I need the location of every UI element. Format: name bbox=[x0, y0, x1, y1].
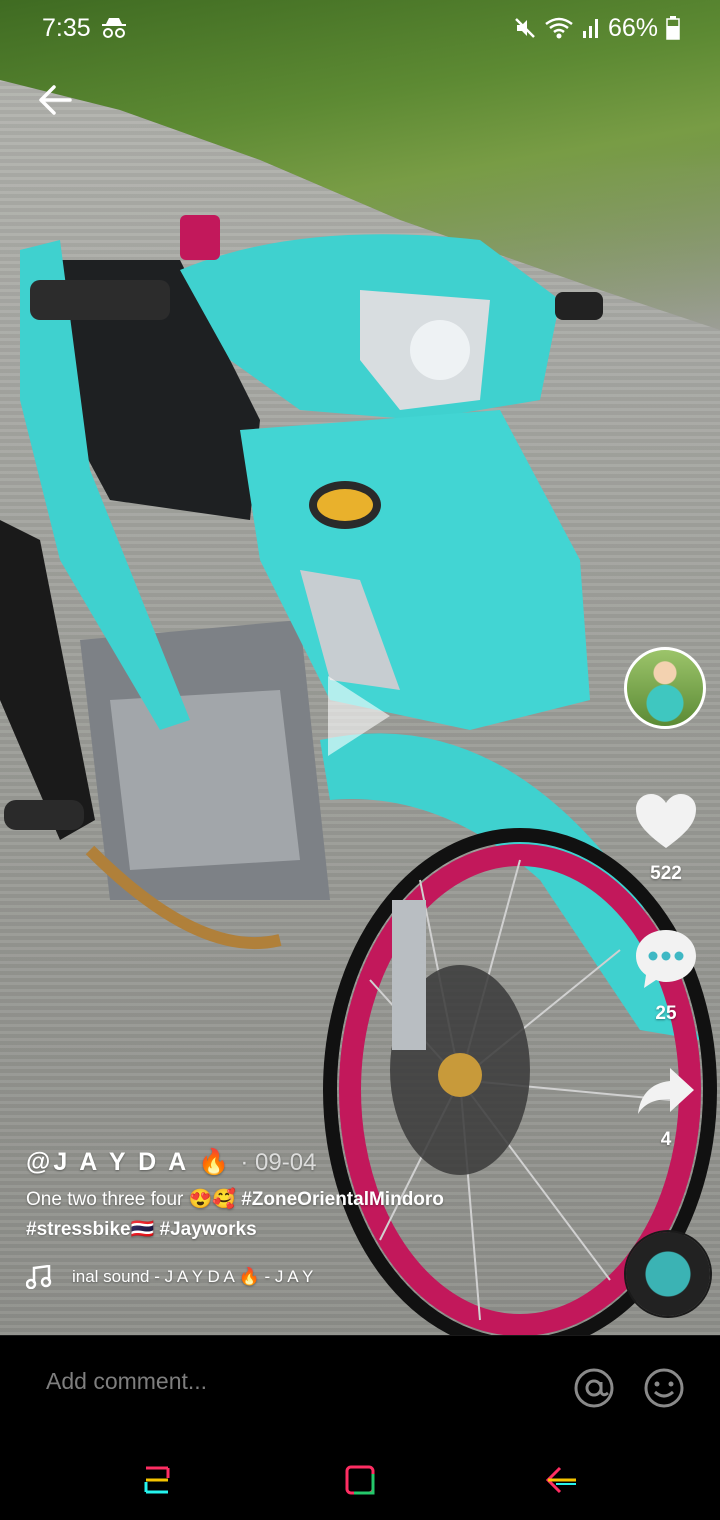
share-button[interactable]: 4 bbox=[630, 1066, 702, 1151]
status-left: 7:35 bbox=[42, 14, 127, 43]
status-right: 66% bbox=[514, 14, 680, 43]
mute-icon bbox=[515, 18, 535, 38]
comment-input[interactable]: Add comment... bbox=[46, 1368, 207, 1395]
music-disc[interactable] bbox=[626, 1232, 710, 1316]
username[interactable]: @J A Y D A 🔥 bbox=[26, 1148, 232, 1177]
hashtag[interactable]: #stressbike🇹🇭 bbox=[26, 1219, 154, 1240]
status-time: 7:35 bbox=[42, 13, 91, 42]
wifi-icon bbox=[545, 17, 573, 39]
motorcycle-image bbox=[0, 215, 717, 1335]
sound-row[interactable]: inal sound - J A Y D A 🔥 - J A Y bbox=[26, 1265, 606, 1289]
like-count: 522 bbox=[650, 863, 682, 884]
incognito-icon bbox=[101, 18, 126, 38]
back-arrow-icon[interactable] bbox=[34, 78, 78, 122]
comment-count: 25 bbox=[655, 1003, 677, 1024]
navigation-bar bbox=[0, 1438, 720, 1520]
battery-icon bbox=[666, 16, 680, 40]
battery-percent: 66% bbox=[607, 13, 658, 42]
creator-avatar[interactable] bbox=[624, 647, 706, 729]
video-player[interactable] bbox=[0, 0, 720, 1335]
home-icon[interactable] bbox=[340, 1460, 380, 1500]
hashtag[interactable]: #ZoneOrientalMindoro bbox=[241, 1189, 444, 1210]
sound-name: inal sound - J A Y D A 🔥 - J A Y bbox=[72, 1267, 314, 1286]
caption-text: One two three four 😍🥰 #ZoneOrientalMindo… bbox=[26, 1185, 606, 1245]
caption-body: One two three four 😍🥰 bbox=[26, 1189, 242, 1210]
like-button[interactable]: 522 bbox=[630, 792, 702, 885]
video-caption: @J A Y D A 🔥 · 09-04 One two three four … bbox=[26, 1148, 606, 1289]
music-note-icon bbox=[26, 1265, 52, 1289]
comment-button[interactable]: 25 bbox=[630, 928, 702, 1025]
emoji-icon[interactable] bbox=[642, 1366, 686, 1410]
mention-icon[interactable] bbox=[572, 1366, 616, 1410]
status-bar: 7:35 66% bbox=[0, 0, 720, 56]
heart-icon bbox=[636, 794, 696, 848]
share-arrow-icon bbox=[638, 1068, 694, 1114]
signal-icon bbox=[582, 19, 598, 38]
user-row: @J A Y D A 🔥 · 09-04 bbox=[26, 1148, 606, 1177]
comment-bubble-icon bbox=[636, 930, 696, 988]
play-icon[interactable] bbox=[322, 670, 396, 762]
share-count: 4 bbox=[660, 1129, 672, 1150]
recent-apps-icon[interactable] bbox=[138, 1460, 178, 1500]
post-date: · 09-04 bbox=[240, 1149, 317, 1176]
nav-back-icon[interactable] bbox=[542, 1460, 582, 1500]
hashtag[interactable]: #Jayworks bbox=[160, 1219, 257, 1240]
comment-bar: Add comment... bbox=[0, 1335, 720, 1438]
